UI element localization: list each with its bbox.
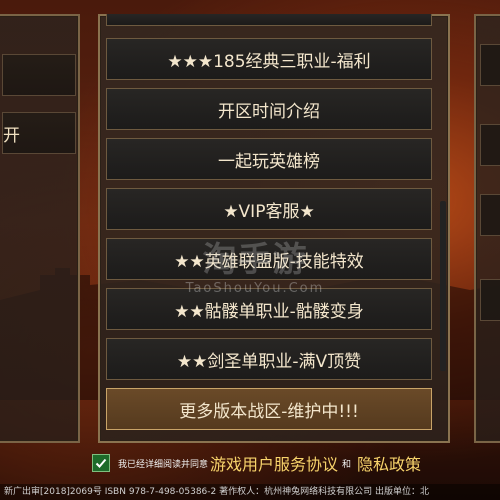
left-panel-row-label: 开 bbox=[3, 125, 20, 146]
right-panel-row[interactable] bbox=[480, 44, 500, 86]
right-panel-row[interactable] bbox=[480, 124, 500, 166]
menu-item-skeleton-class[interactable]: ★★骷髅单职业-骷髅变身 bbox=[106, 288, 432, 330]
left-panel-row[interactable] bbox=[2, 54, 76, 96]
agreement-prefix: 我已经详细阅读并同意 bbox=[118, 459, 209, 470]
menu-item-league-version[interactable]: ★★英雄联盟版-技能特效 bbox=[106, 238, 432, 280]
agree-checkbox[interactable] bbox=[92, 454, 110, 472]
menu-item-label: 更多版本战区-维护中!!! bbox=[179, 401, 359, 422]
user-agreement-link[interactable]: 游戏用户服务协议 bbox=[210, 451, 338, 475]
menu-item-label: ★★英雄联盟版-技能特效 bbox=[174, 251, 364, 272]
footer-text: 新广出审[2018]2069号 ISBN 978-7-498-05386-2 著… bbox=[4, 487, 429, 497]
agreement-row: 我已经详细阅读并同意 游戏用户服务协议 和 隐私政策 bbox=[92, 450, 421, 476]
menu-item-swordsman-class[interactable]: ★★剑圣单职业-满V顶赞 bbox=[106, 338, 432, 380]
server-list-panel: ★★★185经典三职业-福利 开区时间介绍 一起玩英雄榜 ★VIP客服★ ★★英… bbox=[98, 14, 450, 443]
menu-item-more-versions[interactable]: 更多版本战区-维护中!!! bbox=[106, 388, 432, 430]
agreement-and: 和 bbox=[342, 459, 352, 470]
menu-item-partial[interactable] bbox=[106, 14, 432, 26]
menu-item-label: ★★★185经典三职业-福利 bbox=[167, 51, 371, 72]
left-panel: 开 bbox=[0, 14, 80, 443]
menu-item-vip-service[interactable]: ★VIP客服★ bbox=[106, 188, 432, 230]
menu-item-label: ★★剑圣单职业-满V顶赞 bbox=[176, 351, 362, 372]
menu-item-hero-ranking[interactable]: 一起玩英雄榜 bbox=[106, 138, 432, 180]
menu-item-label: ★VIP客服★ bbox=[223, 201, 315, 222]
right-panel bbox=[474, 14, 500, 443]
checkmark-icon bbox=[95, 458, 107, 468]
right-panel-row[interactable] bbox=[480, 194, 500, 236]
menu-item-open-time[interactable]: 开区时间介绍 bbox=[106, 88, 432, 130]
menu-item-label: 一起玩英雄榜 bbox=[218, 151, 320, 172]
menu-item-classic-185[interactable]: ★★★185经典三职业-福利 bbox=[106, 38, 432, 80]
left-panel-row-open[interactable]: 开 bbox=[2, 112, 76, 154]
scrollbar-thumb[interactable] bbox=[440, 201, 446, 371]
menu-item-label: ★★骷髅单职业-骷髅变身 bbox=[174, 301, 364, 322]
menu-item-label: 开区时间介绍 bbox=[218, 101, 320, 122]
privacy-policy-link[interactable]: 隐私政策 bbox=[357, 451, 421, 475]
publication-footer: 新广出审[2018]2069号 ISBN 978-7-498-05386-2 著… bbox=[0, 484, 500, 500]
right-panel-row[interactable] bbox=[480, 279, 500, 321]
